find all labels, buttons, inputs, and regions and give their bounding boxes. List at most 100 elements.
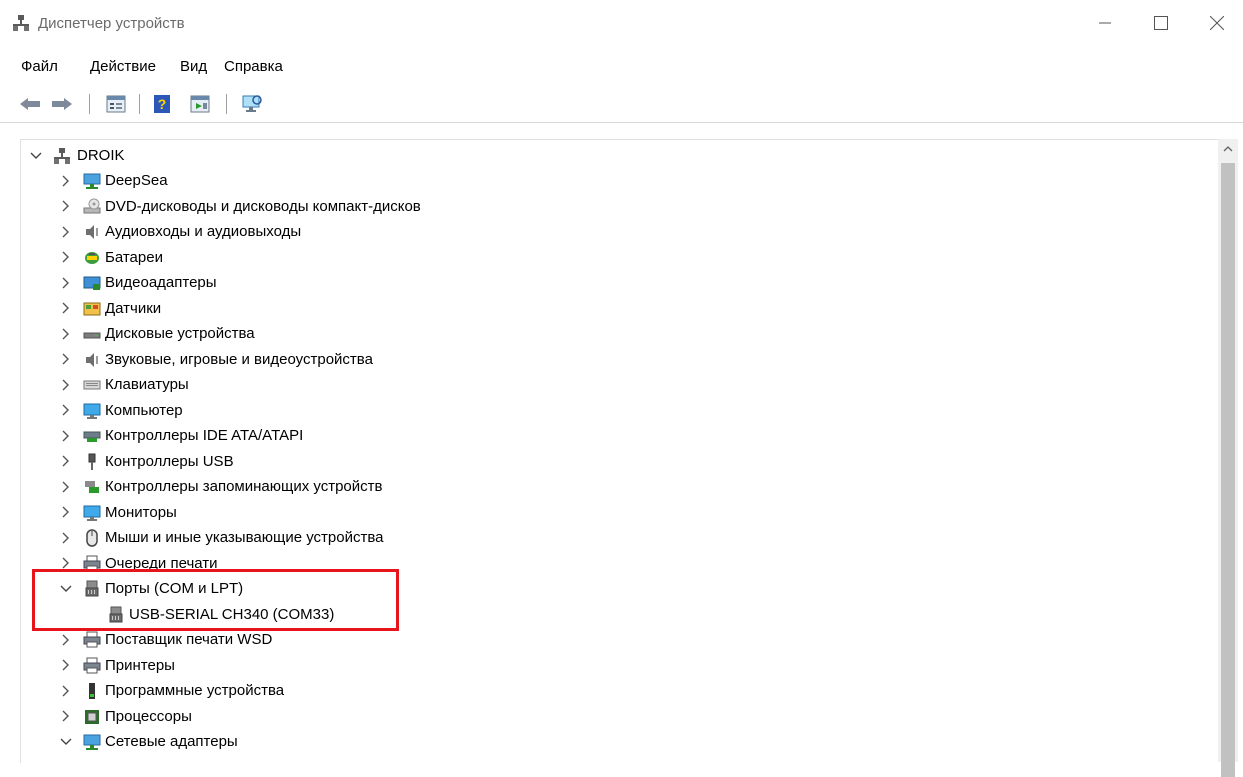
tree-item-label: Компьютер — [105, 401, 183, 419]
maximize-icon — [1154, 16, 1168, 30]
sensor-icon — [83, 300, 101, 318]
svg-text:?: ? — [158, 96, 167, 112]
chevron-up-icon — [1223, 146, 1233, 152]
tree-category-item[interactable]: Дисковые устройства — [21, 321, 1211, 346]
chevron-right-icon[interactable] — [59, 372, 73, 397]
window-title: Диспетчер устройств — [38, 15, 185, 32]
vertical-scrollbar[interactable] — [1218, 139, 1238, 777]
tree-category-item[interactable]: Мониторы — [21, 500, 1211, 525]
chevron-right-icon[interactable] — [59, 678, 73, 703]
tree-category-item[interactable]: Датчики — [21, 296, 1211, 321]
menu-action[interactable]: Действие — [90, 58, 156, 75]
tree-category-item[interactable]: Контроллеры USB — [21, 449, 1211, 474]
chevron-right-icon[interactable] — [59, 525, 73, 550]
menu-view[interactable]: Вид — [180, 58, 207, 75]
chevron-down-icon[interactable] — [29, 143, 43, 168]
highlight-annotation — [32, 569, 399, 631]
chevron-right-icon[interactable] — [59, 347, 73, 372]
tree-category-item[interactable]: Мыши и иные указывающие устройства — [21, 525, 1211, 550]
processor-icon — [83, 708, 101, 726]
tree-item-label: Контроллеры запоминающих устройств — [105, 478, 383, 495]
dvd-drive-icon — [83, 198, 101, 216]
tree-category-item[interactable]: Контроллеры запоминающих устройств — [21, 474, 1211, 499]
display-adapter-icon — [83, 274, 101, 292]
tree-category-item[interactable]: Батареи — [21, 245, 1211, 270]
usb-icon — [83, 453, 101, 471]
tree-category-item[interactable]: Компьютер — [21, 398, 1211, 423]
properties-button[interactable] — [104, 92, 128, 116]
scroll-up-button[interactable] — [1218, 139, 1238, 159]
printer-icon — [83, 631, 101, 649]
tree-category-item[interactable]: Аудиовходы и аудиовыходы — [21, 219, 1211, 244]
tree-category-item[interactable]: Сетевые адаптеры — [21, 729, 1211, 754]
tree-category-item[interactable]: DVD-дисководы и дисководы компакт-дисков — [21, 194, 1211, 219]
speaker-icon — [83, 223, 101, 241]
toolbar-separator — [226, 94, 227, 114]
toolbar-separator — [139, 94, 140, 114]
close-button[interactable] — [1194, 0, 1240, 46]
tree-item-label: Видеоадаптеры — [105, 274, 217, 291]
tree-category-item[interactable]: Звуковые, игровые и видеоустройства — [21, 347, 1211, 372]
tree-category-item[interactable]: Процессоры — [21, 704, 1211, 729]
tree-item-label: Сетевые адаптеры — [105, 733, 238, 750]
help-button[interactable]: ? — [150, 92, 174, 116]
chevron-right-icon[interactable] — [59, 194, 73, 219]
chevron-right-icon[interactable] — [59, 500, 73, 525]
chevron-right-icon[interactable] — [59, 474, 73, 499]
tree-root-label: DROIK — [77, 147, 125, 164]
tree-item-label: Мониторы — [105, 503, 177, 521]
menu-help[interactable]: Справка — [224, 58, 283, 75]
network-monitor-icon — [83, 733, 101, 751]
back-button[interactable] — [18, 92, 42, 116]
back-arrow-icon — [20, 98, 40, 110]
chevron-down-icon[interactable] — [59, 729, 73, 754]
menu-file[interactable]: Файл — [21, 58, 58, 75]
printer-icon — [83, 657, 101, 675]
properties-icon — [106, 95, 126, 113]
left-border — [0, 128, 20, 762]
storage-controller-icon — [83, 478, 101, 496]
chevron-right-icon[interactable] — [59, 219, 73, 244]
tree-category-item[interactable]: Видеоадаптеры — [21, 270, 1211, 295]
tree-item-label: Контроллеры USB — [105, 452, 234, 470]
minimize-button[interactable] — [1082, 0, 1128, 46]
scrollbar-thumb[interactable] — [1221, 163, 1235, 777]
chevron-right-icon[interactable] — [59, 296, 73, 321]
help-icon: ? — [154, 95, 170, 113]
chevron-right-icon[interactable] — [59, 245, 73, 270]
chevron-right-icon[interactable] — [59, 321, 73, 346]
chevron-right-icon[interactable] — [59, 168, 73, 193]
disk-drive-icon — [83, 325, 101, 343]
network-monitor-icon — [83, 172, 101, 190]
tree-item-label: Клавиатуры — [105, 376, 189, 393]
tree-item-label: Мыши и иные указывающие устройства — [105, 529, 384, 546]
tree-item-label: Дисковые устройства — [105, 325, 255, 342]
toolbar-separator — [89, 94, 90, 114]
device-tree: DROIK DeepSea DVD-дисководы и дисководы к… — [20, 139, 1224, 763]
tree-item-label: Принтеры — [105, 656, 175, 674]
computer-network-icon — [53, 147, 71, 165]
forward-button[interactable] — [50, 92, 74, 116]
chevron-right-icon[interactable] — [59, 423, 73, 448]
tree-root-droik[interactable]: DROIK — [21, 143, 1211, 168]
chevron-right-icon[interactable] — [59, 449, 73, 474]
tree-category-item[interactable]: Принтеры — [21, 653, 1211, 678]
scan-hardware-button[interactable] — [240, 92, 264, 116]
title-bar: Диспетчер устройств — [0, 0, 1243, 46]
tree-category-item[interactable]: Клавиатуры — [21, 372, 1211, 397]
software-device-icon — [83, 682, 101, 700]
chevron-right-icon[interactable] — [59, 653, 73, 678]
chevron-right-icon[interactable] — [59, 704, 73, 729]
device-manager-icon — [12, 14, 30, 32]
tree-category-item[interactable]: Программные устройства — [21, 678, 1211, 703]
tree-category-item[interactable]: DeepSea — [21, 168, 1211, 193]
chevron-right-icon[interactable] — [59, 270, 73, 295]
maximize-button[interactable] — [1138, 0, 1184, 46]
toolbar: ? — [0, 88, 1243, 123]
tree-category-item[interactable]: Контроллеры IDE ATA/ATAPI — [21, 423, 1211, 448]
update-driver-button[interactable] — [188, 92, 212, 116]
tree-item-label: Процессоры — [105, 707, 192, 725]
chevron-right-icon[interactable] — [59, 398, 73, 423]
update-driver-icon — [190, 95, 210, 113]
forward-arrow-icon — [52, 98, 72, 110]
